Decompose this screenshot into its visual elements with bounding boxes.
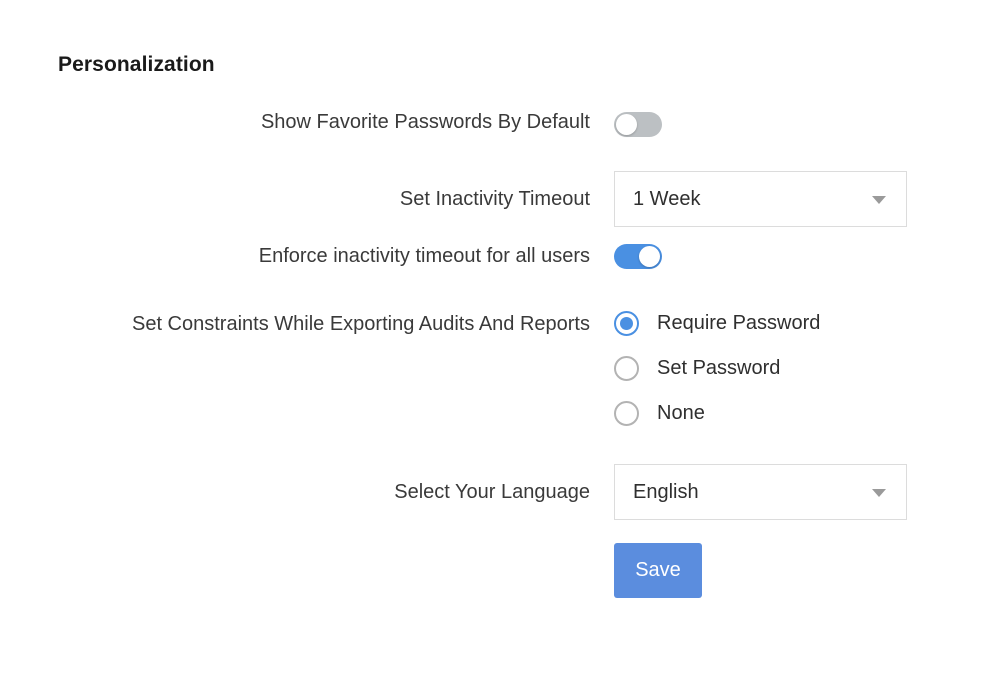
radio-label-require-password: Require Password — [657, 312, 821, 334]
row-select-language: Select Your Language English — [0, 464, 982, 520]
label-select-language: Select Your Language — [394, 481, 590, 503]
select-inactivity-timeout-value: 1 Week — [633, 187, 701, 210]
label-set-inactivity-timeout: Set Inactivity Timeout — [399, 188, 590, 210]
row-set-inactivity-timeout: Set Inactivity Timeout 1 Week — [0, 171, 982, 227]
row-export-constraints: Set Constraints While Exporting Audits A… — [0, 301, 982, 436]
select-inactivity-timeout[interactable]: 1 Week — [614, 171, 907, 227]
row-save: Save — [0, 543, 982, 598]
toggle-show-favorite-passwords[interactable] — [614, 112, 662, 137]
row-enforce-inactivity-timeout: Enforce inactivity timeout for all users — [0, 244, 982, 269]
chevron-down-icon — [872, 196, 886, 204]
select-language-value: English — [633, 480, 699, 503]
page-title: Personalization — [58, 53, 215, 76]
control-show-favorite-passwords — [614, 112, 662, 137]
control-set-inactivity-timeout: 1 Week — [614, 171, 907, 227]
radio-option-require-password[interactable]: Require Password — [614, 301, 820, 346]
save-button[interactable]: Save — [614, 543, 702, 598]
radio-option-set-password[interactable]: Set Password — [614, 346, 820, 391]
control-select-language: English — [614, 464, 907, 520]
personalization-page: Personalization Show Favorite Passwords … — [0, 0, 982, 674]
radio-option-none[interactable]: None — [614, 391, 820, 436]
select-language[interactable]: English — [614, 464, 907, 520]
radio-mark — [614, 311, 639, 336]
radio-group-export-constraints: Require Password Set Password None — [614, 301, 820, 436]
control-export-constraints: Require Password Set Password None — [614, 301, 820, 436]
label-enforce-inactivity-timeout: Enforce inactivity timeout for all users — [258, 245, 590, 267]
label-export-constraints: Set Constraints While Exporting Audits A… — [131, 313, 590, 335]
label-show-favorite-passwords: Show Favorite Passwords By Default — [260, 111, 590, 133]
control-save: Save — [614, 543, 702, 598]
personalization-form: Show Favorite Passwords By Default Set I… — [0, 112, 982, 598]
toggle-enforce-inactivity-timeout[interactable] — [614, 244, 662, 269]
toggle-knob — [639, 246, 660, 267]
radio-mark — [614, 401, 639, 426]
radio-label-none: None — [657, 402, 705, 424]
radio-label-set-password: Set Password — [657, 357, 781, 379]
radio-mark — [614, 356, 639, 381]
control-enforce-inactivity-timeout — [614, 244, 662, 269]
row-show-favorite-passwords: Show Favorite Passwords By Default — [0, 112, 982, 137]
chevron-down-icon — [872, 489, 886, 497]
toggle-knob — [616, 114, 637, 135]
